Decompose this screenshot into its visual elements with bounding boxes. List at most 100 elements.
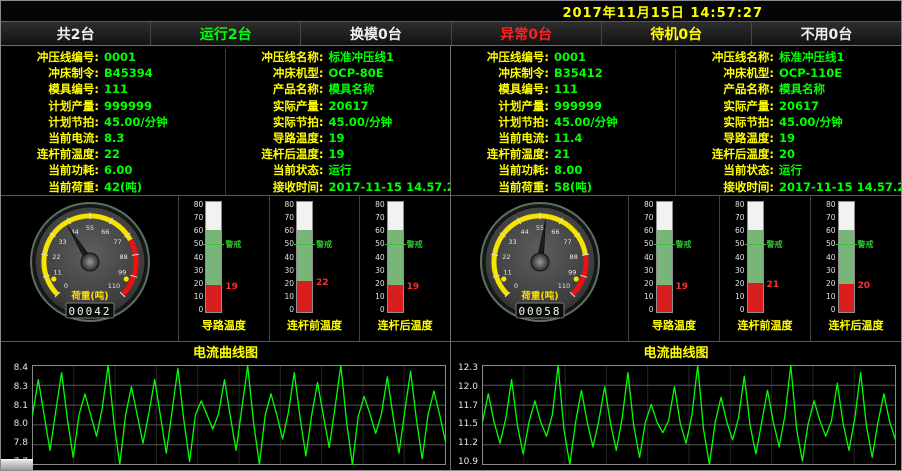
thermometer-annotations: 警戒19 [222,201,256,313]
info-column: 冲压线编号: 0001 冲床制令: B45394 模具编号: 111 [1,49,226,195]
info-label: 导路温度: [676,130,774,146]
scale-tick: 60 [373,227,385,234]
thermometer-body: 80706050403020100警戒20 [824,201,889,313]
info-label: 导路温度: [226,130,324,146]
svg-text:88: 88 [119,252,127,260]
status-filter[interactable]: 异常0台 [452,22,602,45]
temperature-fill [206,285,221,312]
y-tick-label: 12.0 [451,383,478,391]
info-row: 实际节拍: 45.00/分钟 [676,114,901,130]
scale-tick: 40 [642,254,654,261]
svg-text:110: 110 [107,282,119,290]
current-line-chart [31,364,448,466]
y-tick-label: 11.5 [451,420,478,428]
datetime: 2017年11月15日 14:57:27 [562,2,763,21]
info-value: 19 [779,130,795,146]
svg-text:33: 33 [58,238,66,246]
scale-tick: 50 [824,240,836,247]
info-label: 连杆后温度: [676,146,774,162]
taskbar-fragment[interactable] [1,459,33,470]
info-label: 计划节拍: [1,114,99,130]
status-filter[interactable]: 不用0台 [752,22,901,45]
scale-tick: 70 [282,214,294,221]
info-row: 连杆后温度: 19 [226,146,451,162]
info-row: 冲压线名称: 标准冲压线1 [676,49,901,65]
svg-text:77: 77 [563,238,571,246]
svg-text:55: 55 [85,224,93,232]
thermometer-label: 连杆后温度 [378,317,433,333]
status-label: 共2台 [57,24,95,44]
scale-tick: 60 [642,227,654,234]
normal-zone [839,230,854,286]
scale-tick: 50 [282,240,294,247]
y-tick-label: 8.4 [1,364,28,372]
svg-text:00042: 00042 [68,305,111,318]
thermometer-annotations: 警戒22 [313,201,347,313]
status-filter[interactable]: 待机0台 [602,22,752,45]
info-row: 冲床机型: OCP-80E [226,65,451,81]
scale-tick: 40 [824,254,836,261]
thermometer-value: 21 [767,280,780,290]
svg-text:99: 99 [118,268,126,276]
thermometer-label: 导路温度 [202,317,246,333]
status-filter[interactable]: 共2台 [1,22,151,45]
info-row: 冲床机型: OCP-110E [676,65,901,81]
scale-tick: 10 [642,293,654,300]
info-label: 实际节拍: [226,114,324,130]
scale-tick: 80 [733,201,745,208]
info-row: 计划产量: 999999 [451,98,675,114]
scale-tick: 60 [191,227,203,234]
chart-section: 电流曲线图 8.48.38.18.07.87.7 [1,342,450,470]
info-row: 冲压线编号: 0001 [451,49,675,65]
thermometer: 80706050403020100警戒20连杆后温度 [811,196,901,341]
thermometer-scale: 80706050403020100 [282,201,296,313]
svg-text:88: 88 [569,252,577,260]
info-value: B45394 [104,65,153,81]
svg-text:33: 33 [508,238,516,246]
scale-tick: 0 [282,306,294,313]
normal-zone [206,230,221,287]
scale-tick: 20 [733,280,745,287]
scale-tick: 50 [642,240,654,247]
info-value: 19 [329,146,345,162]
thermometer-scale: 80706050403020100 [733,201,747,313]
info-value: 45.00/分钟 [329,114,393,130]
y-tick-label: 8.1 [1,402,28,410]
thermometer-scale: 80706050403020100 [373,201,387,313]
load-gauge: 0112233445566778899110荷重(吨)00042 [1,196,179,341]
scale-tick: 50 [191,240,203,247]
info-row: 接收时间: 2017-11-15 14.57.24 [226,179,451,195]
info-row: 连杆前温度: 22 [1,146,225,162]
svg-text:77: 77 [113,238,121,246]
info-value: 2017-11-15 14.57.24 [329,179,451,195]
normal-zone [388,230,403,287]
scale-tick: 40 [282,254,294,261]
info-row: 模具编号: 111 [1,81,225,97]
scale-tick: 70 [642,214,654,221]
thermometer-scale: 80706050403020100 [642,201,656,313]
scale-tick: 80 [373,201,385,208]
y-tick-label: 10.9 [451,458,478,466]
thermometer-label: 连杆后温度 [829,317,884,333]
temperature-fill [657,285,672,312]
info-label: 模具编号: [451,81,549,97]
info-value: 0001 [554,49,586,65]
y-tick-label: 11.7 [451,402,478,410]
scale-tick: 30 [642,267,654,274]
svg-text:00058: 00058 [518,305,561,318]
thermometer-value: 22 [316,278,329,288]
info-row: 计划产量: 999999 [1,98,225,114]
info-value: 21 [554,146,570,162]
meter-row: 0112233445566778899110荷重(吨)00042 8070605… [1,196,450,342]
info-label: 计划节拍: [451,114,549,130]
info-row: 当前电流: 8.3 [1,130,225,146]
info-label: 当前荷重: [451,179,549,195]
status-label: 待机0台 [650,24,702,44]
chart-wrap: 8.48.38.18.07.87.7 [1,364,450,466]
warning-line [836,244,857,245]
status-filter[interactable]: 运行2台 [151,22,301,45]
status-filter[interactable]: 换模0台 [301,22,451,45]
chart-wrap: 12.312.011.711.511.210.9 [451,364,901,466]
info-value: 2017-11-15 14.57.24 [779,179,901,195]
scale-tick: 0 [733,306,745,313]
